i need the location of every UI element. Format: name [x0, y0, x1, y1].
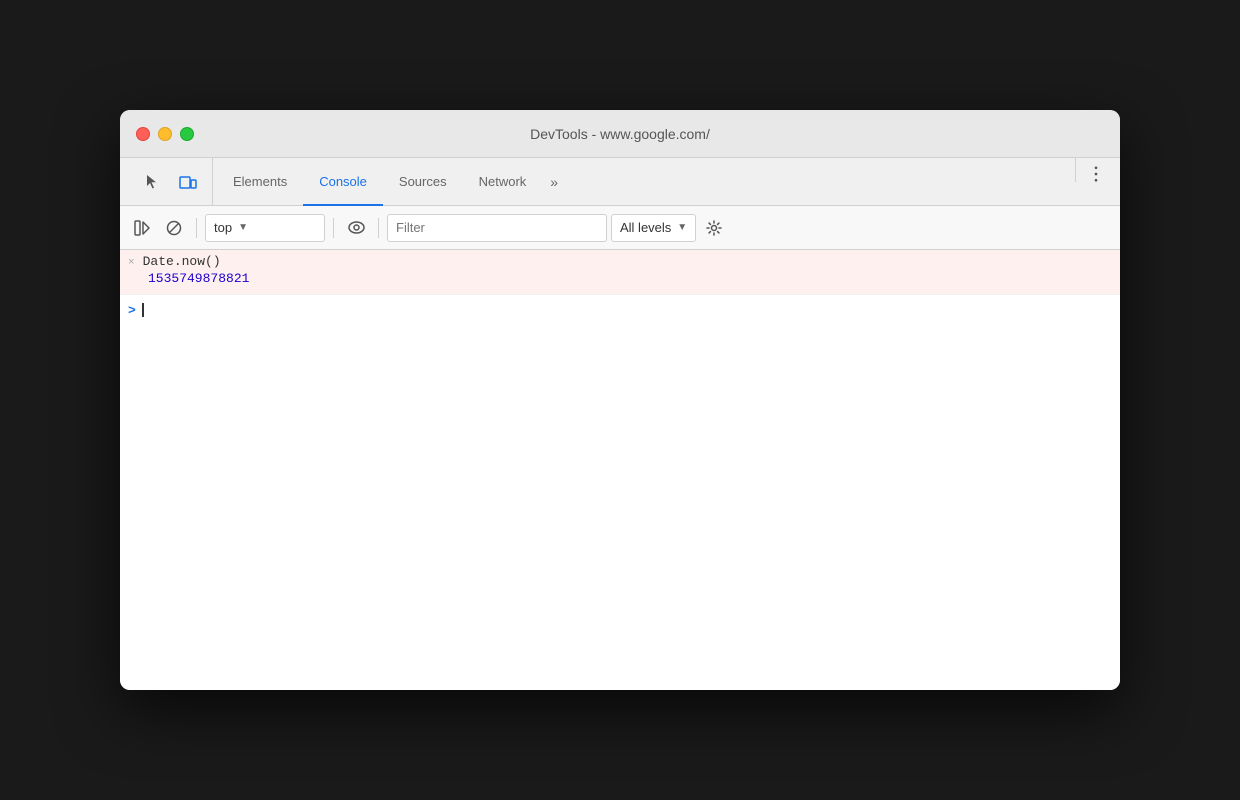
filter-container — [387, 214, 607, 242]
filter-input[interactable] — [396, 220, 598, 235]
minimize-button[interactable] — [158, 127, 172, 141]
toolbar-divider — [1075, 158, 1076, 182]
entry-command-text: Date.now() — [143, 254, 221, 269]
console-toolbar: top ▼ All levels ▼ — [120, 206, 1120, 250]
maximize-button[interactable] — [180, 127, 194, 141]
window-title: DevTools - www.google.com/ — [530, 126, 710, 142]
console-input-row[interactable]: > — [120, 295, 1120, 326]
watch-expressions-button[interactable] — [342, 214, 370, 242]
close-button[interactable] — [136, 127, 150, 141]
block-errors-button[interactable] — [160, 214, 188, 242]
customize-devtools-button[interactable] — [1080, 158, 1112, 190]
cursor — [142, 303, 144, 317]
entry-command-line: × Date.now() — [128, 254, 1112, 269]
clear-console-button[interactable] — [128, 214, 156, 242]
toolbar-divider-2 — [333, 218, 334, 238]
log-levels-selector[interactable]: All levels ▼ — [611, 214, 696, 242]
entry-result-value: 1535749878821 — [128, 269, 1112, 290]
toolbar-divider-1 — [196, 218, 197, 238]
console-content: × Date.now() 1535749878821 > — [120, 250, 1120, 690]
toolbar-divider-3 — [378, 218, 379, 238]
levels-arrow-icon: ▼ — [677, 222, 687, 233]
tab-sources[interactable]: Sources — [383, 158, 463, 206]
more-tabs-button[interactable]: » — [542, 158, 566, 205]
tab-elements[interactable]: Elements — [217, 158, 303, 206]
tab-spacer — [566, 158, 1071, 205]
entry-error-icon: × — [128, 257, 135, 269]
context-selector[interactable]: top ▼ — [205, 214, 325, 242]
tab-bar: Elements Console Sources Network » — [120, 158, 1120, 206]
devtools-window: DevTools - www.google.com/ Elements — [120, 110, 1120, 690]
traffic-lights — [136, 127, 194, 141]
inspect-element-button[interactable] — [136, 166, 168, 198]
tab-network[interactable]: Network — [463, 158, 543, 206]
console-settings-button[interactable] — [700, 214, 728, 242]
console-entry: × Date.now() 1535749878821 — [120, 250, 1120, 295]
context-select-arrow: ▼ — [238, 222, 248, 233]
tab-console[interactable]: Console — [303, 158, 383, 206]
tab-bar-icons — [128, 158, 213, 205]
device-mode-button[interactable] — [172, 166, 204, 198]
title-bar: DevTools - www.google.com/ — [120, 110, 1120, 158]
prompt-icon: > — [128, 303, 136, 318]
